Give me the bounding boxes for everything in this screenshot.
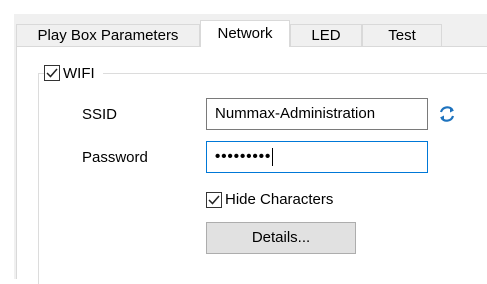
hide-characters-checkbox[interactable] [206, 191, 222, 208]
refresh-button[interactable] [432, 99, 462, 129]
ssid-value: Nummax-Administration [215, 105, 376, 122]
check-icon [46, 68, 58, 78]
refresh-icon [439, 106, 455, 122]
text-caret [272, 148, 274, 167]
hide-characters-label: Hide Characters [225, 191, 334, 208]
wifi-checkbox[interactable] [44, 65, 60, 81]
password-value: ••••••••• [215, 148, 272, 165]
tab-network[interactable]: Network [200, 20, 290, 47]
wifi-checkbox-row[interactable]: WIFI [44, 62, 103, 84]
ssid-input[interactable]: Nummax-Administration [206, 98, 428, 130]
password-label: Password [82, 149, 148, 166]
tab-play-box-parameters[interactable]: Play Box Parameters [16, 24, 200, 46]
tab-led[interactable]: LED [290, 24, 362, 46]
wifi-label: WIFI [63, 64, 95, 82]
check-icon [208, 195, 220, 205]
tab-test[interactable]: Test [362, 24, 442, 46]
hide-characters-row[interactable]: Hide Characters [206, 191, 333, 208]
ssid-label: SSID [82, 106, 118, 123]
details-button[interactable]: Details... [206, 222, 356, 254]
password-input[interactable]: ••••••••• [206, 141, 428, 173]
